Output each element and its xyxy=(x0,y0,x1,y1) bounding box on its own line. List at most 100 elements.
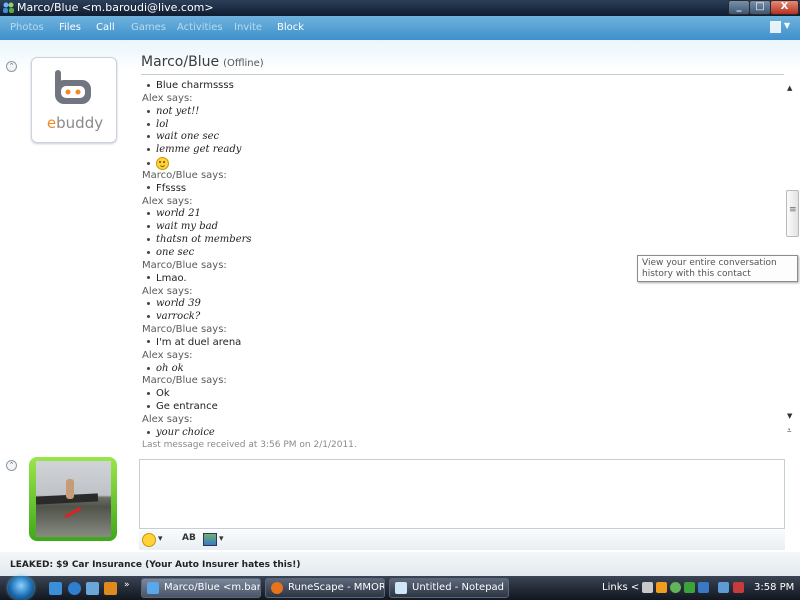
speaker-name: Alex says: xyxy=(142,349,193,361)
bullet-icon xyxy=(147,302,150,306)
message-text: world 21 xyxy=(156,208,201,220)
taskbar-item-notepad[interactable]: Untitled - Notepad xyxy=(389,578,509,598)
speaker-label: Alex says: xyxy=(142,93,542,106)
message-text: Ffssss xyxy=(156,182,187,194)
speaker-name: Alex says: xyxy=(142,92,193,104)
message-text: I'm at duel arena xyxy=(156,336,242,348)
message-line: your choice xyxy=(142,427,542,440)
message-line: Ok xyxy=(142,388,542,401)
message-input[interactable] xyxy=(139,459,785,529)
bullet-icon xyxy=(147,276,150,280)
switch-windows-icon[interactable] xyxy=(86,582,99,595)
internet-explorer-icon[interactable] xyxy=(68,582,81,595)
toolbar-activities[interactable]: Activities xyxy=(177,22,223,33)
bullet-icon xyxy=(147,186,150,190)
bullet-icon xyxy=(147,225,150,229)
bullet-icon xyxy=(147,391,150,395)
history-tooltip: View your entire conversation history wi… xyxy=(637,255,798,282)
message-line: Ffssss xyxy=(142,183,542,196)
message-line: one sec xyxy=(142,247,542,260)
toolbar-photos[interactable]: Photos xyxy=(10,22,44,33)
message-line: oh ok xyxy=(142,363,542,376)
message-text: not yet!! xyxy=(156,105,200,117)
header-background xyxy=(0,40,800,72)
photo-dropdown-icon[interactable]: ▾ xyxy=(219,534,224,544)
scroll-up-icon[interactable]: ▲ xyxy=(787,84,792,92)
speaker-label: Alex says: xyxy=(142,196,542,209)
message-line xyxy=(142,157,542,171)
chevron-down-icon[interactable]: ▼ xyxy=(784,21,790,30)
taskbar-item-firefox[interactable]: RuneScape - MMOR... xyxy=(265,578,385,598)
scroll-to-end-icon[interactable]: ⩡ xyxy=(787,426,792,436)
message-text: varrock? xyxy=(156,311,201,323)
start-button[interactable] xyxy=(8,576,34,600)
toolbar-call[interactable]: Call xyxy=(96,22,115,33)
taskbar-item-messenger[interactable]: Marco/Blue <m.bar... xyxy=(141,578,261,598)
message-text: thatsn ot members xyxy=(156,234,252,246)
toolbar-games[interactable]: Games xyxy=(131,22,166,33)
maximize-button[interactable]: □ xyxy=(749,0,771,15)
spellcheck-button[interactable]: AB xyxy=(182,533,196,543)
bullet-icon xyxy=(147,135,150,139)
tray-icon[interactable] xyxy=(698,582,709,593)
toolbar-block[interactable]: Block xyxy=(277,22,304,33)
scrollbar-thumb[interactable] xyxy=(786,190,799,237)
options-menu-icon[interactable] xyxy=(770,21,781,33)
emoticon-icon[interactable] xyxy=(142,533,156,547)
message-line: world 21 xyxy=(142,208,542,221)
clock[interactable]: 3:58 PM xyxy=(754,582,794,593)
speaker-label: Marco/Blue says: xyxy=(142,170,542,183)
share-photo-icon[interactable] xyxy=(203,533,217,546)
network-icon[interactable] xyxy=(718,582,729,593)
quick-launch-chevron-icon[interactable]: » xyxy=(124,580,130,590)
message-line: Blue charmssss xyxy=(142,80,542,93)
media-player-icon[interactable] xyxy=(104,582,117,595)
speaker-name: Marco/Blue says: xyxy=(142,169,227,181)
ad-link[interactable]: LEAKED: $9 Car Insurance (Your Auto Insu… xyxy=(10,560,300,570)
bullet-icon xyxy=(147,250,150,254)
emoticon-dropdown-icon[interactable]: ▾ xyxy=(158,534,163,544)
messenger-icon xyxy=(147,582,159,594)
toolbar-invite[interactable]: Invite xyxy=(234,22,262,33)
speaker-name: Alex says: xyxy=(142,195,193,207)
window-title: Marco/Blue <m.baroudi@live.com> xyxy=(17,1,214,14)
user-display-picture xyxy=(36,461,111,537)
close-button[interactable]: X xyxy=(770,0,799,15)
bullet-icon xyxy=(147,83,150,87)
collapse-user-icon[interactable]: ⌃ xyxy=(6,460,17,471)
message-text: Lmao. xyxy=(156,272,187,284)
volume-icon[interactable] xyxy=(733,582,744,593)
tray-icon[interactable] xyxy=(656,582,667,593)
divider xyxy=(141,74,784,75)
speaker-label: Marco/Blue says: xyxy=(142,324,542,337)
message-line: Lmao. xyxy=(142,273,542,286)
message-text: Blue charmssss xyxy=(156,80,234,91)
ebuddy-logo-icon xyxy=(55,70,91,104)
title-bar: Marco/Blue <m.baroudi@live.com> _ □ X xyxy=(0,0,800,16)
message-text: wait one sec xyxy=(156,131,220,143)
minimize-button[interactable]: _ xyxy=(728,0,750,15)
notepad-icon xyxy=(395,582,407,594)
conversation-history[interactable]: Blue charmssss Alex says: not yet!! lol wait… xyxy=(142,80,542,440)
bullet-icon xyxy=(147,212,150,216)
message-line: thatsn ot members xyxy=(142,234,542,247)
messenger-icon xyxy=(3,2,14,13)
bullet-icon xyxy=(147,430,150,434)
tray-icon[interactable] xyxy=(642,582,653,593)
bullet-icon xyxy=(147,340,150,344)
message-line: lol xyxy=(142,119,542,132)
message-line: wait one sec xyxy=(142,131,542,144)
speaker-name: Alex says: xyxy=(142,285,193,297)
tray-icon[interactable] xyxy=(684,582,695,593)
bullet-icon xyxy=(147,404,150,408)
firefox-icon xyxy=(271,582,283,594)
smile-icon xyxy=(156,157,169,171)
collapse-contact-icon[interactable]: ⌃ xyxy=(6,61,17,72)
show-desktop-icon[interactable] xyxy=(49,582,62,595)
bullet-icon xyxy=(147,315,150,319)
scroll-down-icon[interactable]: ▼ xyxy=(787,412,792,420)
conversation-toolbar: Photos Files Call Games Activities Invit… xyxy=(0,16,800,40)
toolbar-files[interactable]: Files xyxy=(59,22,81,33)
messenger-tray-icon[interactable] xyxy=(670,582,681,593)
links-toolbar[interactable]: Links < xyxy=(602,582,639,593)
